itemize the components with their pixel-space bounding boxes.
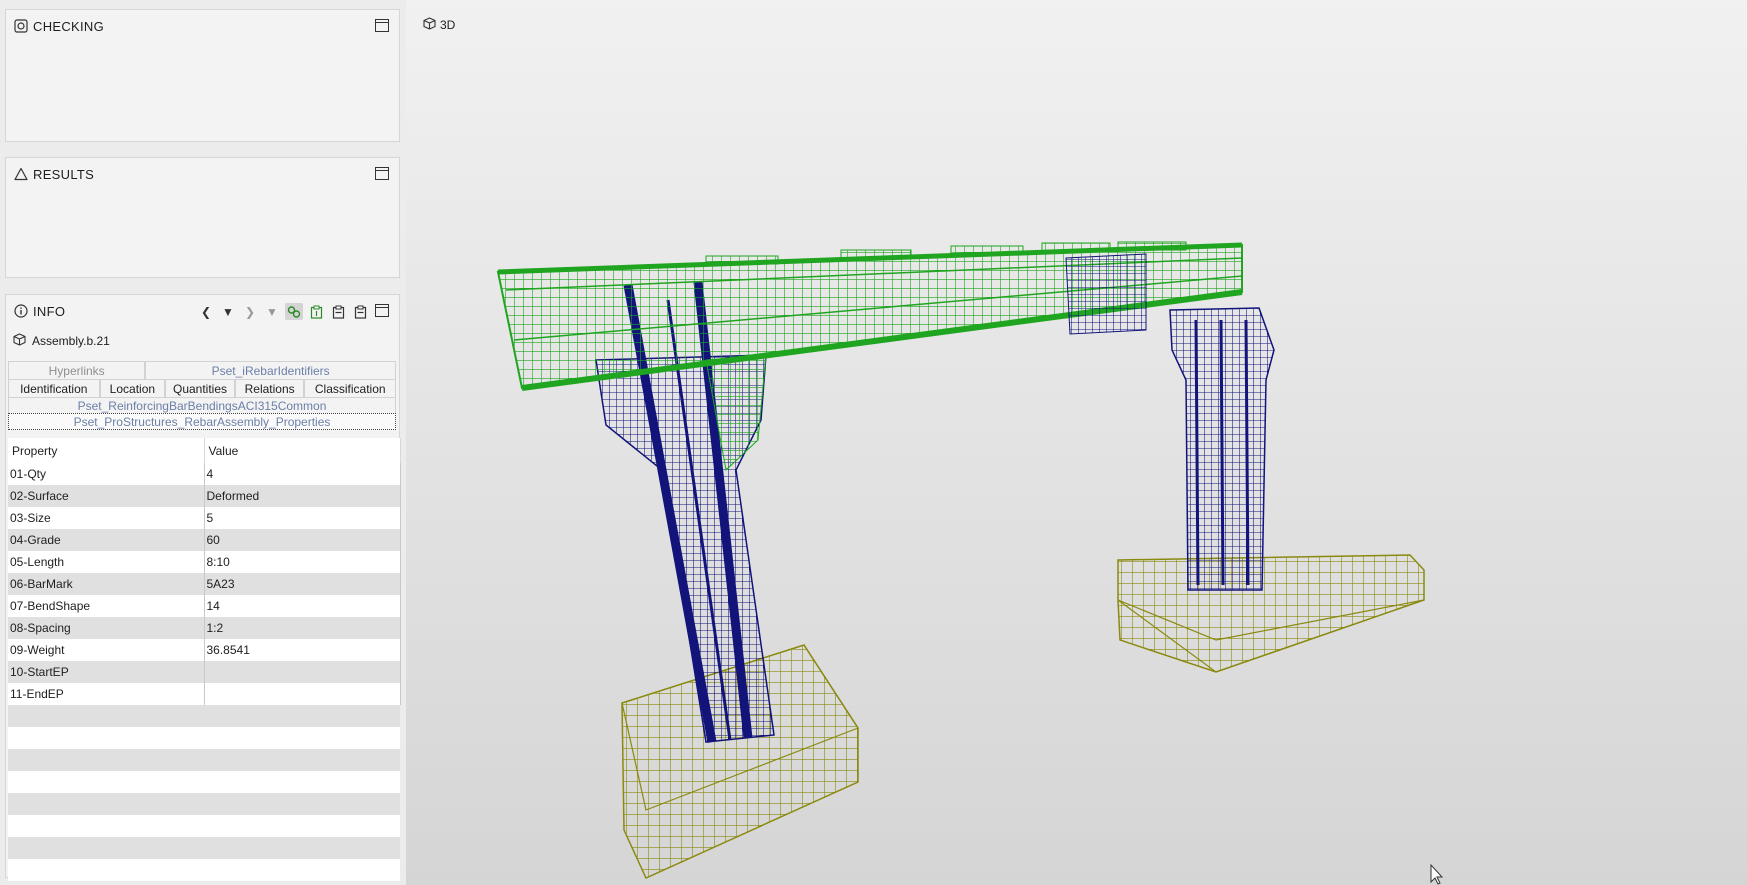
empty-row <box>8 771 400 793</box>
chevron-left-icon[interactable]: ❮ <box>197 303 215 320</box>
tab-row: Hyperlinks Pset_iRebarIdentifiers <box>8 361 396 379</box>
property-value: 60 <box>204 529 401 551</box>
empty-row <box>8 837 400 859</box>
tab-quantities[interactable]: Quantities <box>165 379 235 397</box>
property-value <box>204 661 401 683</box>
property-name: 11-EndEP <box>8 683 205 705</box>
results-icon <box>14 167 28 181</box>
column-header-property[interactable]: Property <box>8 438 205 463</box>
property-value: 36.8541 <box>204 639 401 661</box>
property-name: 07-BendShape <box>8 595 205 617</box>
empty-row <box>8 859 400 881</box>
property-name: 10-StartEP <box>8 661 205 683</box>
tab-pset-reinforcingbarbendings[interactable]: Pset_ReinforcingBarBendingsACI315Common <box>8 397 396 413</box>
checking-panel-header[interactable]: CHECKING <box>6 10 399 42</box>
checking-title: CHECKING <box>33 18 105 34</box>
property-value: 5 <box>204 507 401 529</box>
table-row[interactable]: 09-Weight 36.8541 <box>8 639 401 661</box>
property-name: 04-Grade <box>8 529 205 551</box>
clipboard-icon[interactable] <box>351 303 369 320</box>
checking-panel: CHECKING <box>5 9 400 142</box>
right-column <box>1169 307 1275 591</box>
table-row[interactable]: 08-Spacing 1:2 <box>8 617 401 639</box>
clipboard-icon[interactable] <box>307 303 325 320</box>
link-icon[interactable] <box>285 303 303 320</box>
cap-beam <box>496 241 1243 391</box>
table-row[interactable]: 04-Grade 60 <box>8 529 401 551</box>
tab-row: Pset_ReinforcingBarBendingsACI315Common <box>8 397 396 413</box>
maximize-icon[interactable] <box>375 167 389 180</box>
table-row[interactable]: 01-Qty 4 <box>8 463 401 485</box>
checking-icon <box>14 19 28 33</box>
property-name: 09-Weight <box>8 639 205 661</box>
info-toolbar: ❮ ▼ ❯ ▼ <box>197 303 369 320</box>
property-value: 8:10 <box>204 551 401 573</box>
results-title: RESULTS <box>33 166 95 182</box>
maximize-icon[interactable] <box>375 19 389 32</box>
table-row[interactable]: 06-BarMark 5A23 <box>8 573 401 595</box>
tab-identification[interactable]: Identification <box>8 379 100 397</box>
tab-hyperlinks[interactable]: Hyperlinks <box>8 361 146 379</box>
right-footing <box>1117 554 1425 673</box>
clipboard-icon[interactable] <box>329 303 347 320</box>
table-row[interactable]: 10-StartEP <box>8 661 401 683</box>
property-name: 08-Spacing <box>8 617 205 639</box>
property-name: 03-Size <box>8 507 205 529</box>
property-name: 05-Length <box>8 551 205 573</box>
tab-row: Identification Location Quantities Relat… <box>8 379 396 397</box>
info-panel: INFO ❮ ▼ ❯ ▼ Assembly.b.21 Hyperlinks Ps… <box>5 294 401 881</box>
properties-table: Property Value 01-Qty 4 02-Surface Deforme… <box>8 438 401 881</box>
table-row[interactable]: 05-Length 8:10 <box>8 551 401 573</box>
empty-row <box>8 749 400 771</box>
property-value: Deformed <box>204 485 401 507</box>
rebar-model[interactable] <box>406 0 1747 885</box>
property-value: 5A23 <box>204 573 401 595</box>
results-panel-header[interactable]: RESULTS <box>6 158 399 190</box>
cursor-icon <box>1430 863 1444 885</box>
column-header-value[interactable]: Value <box>204 438 401 463</box>
chevron-right-icon[interactable]: ❯ <box>241 303 259 320</box>
empty-row <box>8 815 400 837</box>
tab-pset-irebaridentifiers[interactable]: Pset_iRebarIdentifiers <box>145 361 396 379</box>
tab-relations[interactable]: Relations <box>234 379 305 397</box>
info-icon <box>14 304 28 318</box>
table-row[interactable]: 07-BendShape 14 <box>8 595 401 617</box>
table-row[interactable]: 11-EndEP <box>8 683 401 705</box>
maximize-icon[interactable] <box>375 304 389 317</box>
3d-viewport[interactable]: 3D <box>406 0 1747 885</box>
property-value: 1:2 <box>204 617 401 639</box>
property-value: 4 <box>204 463 401 485</box>
object-name: Assembly.b.21 <box>32 334 110 348</box>
table-row[interactable]: 02-Surface Deformed <box>8 485 401 507</box>
cube-icon <box>13 333 26 349</box>
dropdown-icon[interactable]: ▼ <box>263 303 281 320</box>
info-title: INFO <box>33 303 66 319</box>
property-value: 14 <box>204 595 401 617</box>
property-name: 06-BarMark <box>8 573 205 595</box>
tab-row: Pset_ProStructures_RebarAssembly_Propert… <box>8 413 396 430</box>
empty-row <box>8 793 400 815</box>
results-panel: RESULTS <box>5 157 400 278</box>
tab-location[interactable]: Location <box>99 379 166 397</box>
property-tabs: Hyperlinks Pset_iRebarIdentifiers Identi… <box>8 361 396 430</box>
tab-pset-prostructures-rebarassembly[interactable]: Pset_ProStructures_RebarAssembly_Propert… <box>8 413 396 430</box>
empty-row <box>8 705 400 727</box>
selected-object: Assembly.b.21 <box>6 327 399 355</box>
tab-classification[interactable]: Classification <box>304 379 396 397</box>
property-name: 01-Qty <box>8 463 205 485</box>
info-panel-header: INFO ❮ ▼ ❯ ▼ <box>6 295 399 327</box>
left-sidebar: CHECKING RESULTS INFO ❮ ▼ ❯ ▼ Assembly.b… <box>0 0 406 885</box>
dropdown-icon[interactable]: ▼ <box>219 303 237 320</box>
table-row[interactable]: 03-Size 5 <box>8 507 401 529</box>
table-header-row: Property Value <box>8 438 401 463</box>
empty-row <box>8 727 400 749</box>
property-name: 02-Surface <box>8 485 205 507</box>
property-value <box>204 683 401 705</box>
